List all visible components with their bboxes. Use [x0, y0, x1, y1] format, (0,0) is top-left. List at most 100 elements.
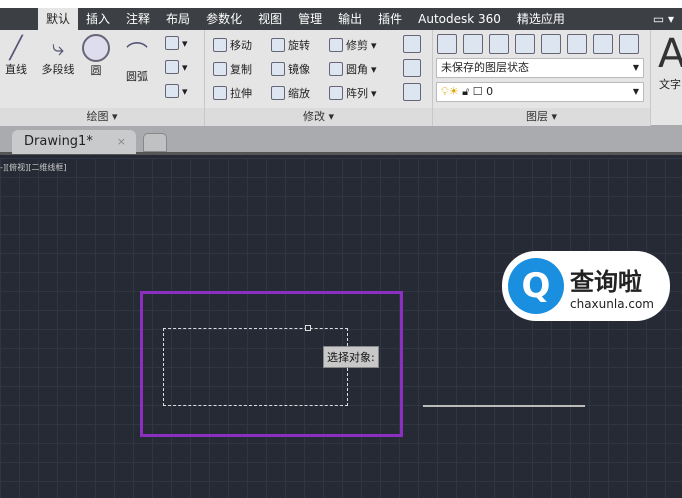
layer-properties-icon[interactable] — [437, 34, 457, 54]
ribbon-tab[interactable]: 精选应用 — [509, 8, 573, 30]
arc-label: 圆弧 — [126, 70, 148, 83]
title-strip — [0, 0, 682, 8]
watermark-logo: Q — [508, 258, 564, 314]
drawing-canvas[interactable]: -][俯视][二维线框] 选择对象: — [0, 158, 682, 498]
watermark: Q 查询啦 chaxunla.com — [502, 251, 670, 321]
new-tab-button[interactable] — [143, 133, 167, 152]
polyline-button[interactable]: ⤷ 多段线 — [38, 36, 78, 77]
fillet-icon — [329, 62, 343, 76]
layer-unisolate-icon[interactable] — [515, 34, 535, 54]
ribbon-tab[interactable]: 输出 — [330, 8, 370, 30]
layer-off-icon[interactable] — [567, 34, 587, 54]
modify-panel: 移动 旋转 修剪 ▾ 复制 镜像 圆角 ▾ 拉伸 缩放 阵列 ▾ 修改 ▾ — [205, 30, 433, 126]
watermark-title: 查询啦 — [570, 267, 642, 296]
grip-handle[interactable] — [305, 325, 311, 331]
stretch-label: 拉伸 — [230, 87, 252, 100]
draw-panel-label: 绘图 ▾ — [0, 108, 204, 126]
region-button[interactable]: ▾ — [165, 84, 188, 98]
layer-state-dropdown[interactable]: 未保存的图层状态 ▼ — [436, 58, 644, 78]
text-label: 文字 — [659, 78, 681, 91]
layer-match-icon[interactable] — [463, 34, 483, 54]
hatch-icon — [165, 84, 179, 98]
trim-icon — [329, 38, 343, 52]
lightbulb-icon: 💡︎☀︎ — [441, 85, 459, 98]
ribbon-tab[interactable]: Autodesk 360 — [410, 8, 509, 30]
fillet-button[interactable]: 圆角 ▾ — [329, 61, 377, 77]
stretch-icon — [213, 86, 227, 100]
command-tooltip: 选择对象: — [323, 346, 379, 368]
arc-button[interactable]: ⌒ 圆弧 — [120, 36, 154, 84]
modify-panel-label: 修改 ▾ — [205, 108, 432, 126]
stretch-button[interactable]: 拉伸 — [213, 85, 252, 101]
rectangle-button[interactable]: ▾ — [165, 36, 188, 50]
viewport-label[interactable]: -][俯视][二维线框] — [0, 162, 67, 173]
offset-icon — [403, 83, 421, 101]
ribbon-tab[interactable]: 插件 — [370, 8, 410, 30]
ellipse-icon — [165, 60, 179, 74]
circle-button[interactable]: 圆 — [80, 34, 112, 78]
erase-button[interactable] — [403, 35, 421, 53]
mirror-button[interactable]: 镜像 — [271, 61, 310, 77]
polyline-label: 多段线 — [41, 63, 75, 76]
layer-current-value: 0 — [486, 85, 494, 98]
explode-button[interactable] — [403, 59, 421, 77]
draw-panel: ╱ 直线 ⤷ 多段线 圆 ⌒ 圆弧 ▾ ▾ ▾ 绘图 ▾ — [0, 30, 205, 126]
hatch-button[interactable]: ▾ — [165, 60, 188, 74]
rotate-label: 旋转 — [288, 39, 310, 52]
workspace-menu-icon[interactable]: ▭ ▾ — [645, 8, 682, 30]
ribbon: ╱ 直线 ⤷ 多段线 圆 ⌒ 圆弧 ▾ ▾ ▾ 绘图 ▾ 移动 旋转 修剪 ▾ 复制 … — [0, 30, 682, 126]
line-label: 直线 — [5, 63, 27, 76]
layer-unlock-icon[interactable] — [619, 34, 639, 54]
watermark-url: chaxunla.com — [570, 296, 654, 311]
fillet-label: 圆角 — [346, 63, 368, 76]
layers-panel: 未保存的图层状态 ▼ 💡︎☀︎ 🔓︎ ☐ 0 ▼ 图层 ▾ — [433, 30, 651, 126]
ribbon-tab[interactable]: 视图 — [250, 8, 290, 30]
array-button[interactable]: 阵列 ▾ — [329, 85, 377, 101]
trim-label: 修剪 — [346, 39, 368, 52]
ribbon-tab[interactable]: 布局 — [158, 8, 198, 30]
ribbon-tab[interactable]: 注释 — [118, 8, 158, 30]
copy-button[interactable]: 复制 — [213, 61, 252, 77]
move-button[interactable]: 移动 — [213, 37, 252, 53]
array-label: 阵列 — [346, 87, 368, 100]
rectangle-icon — [165, 36, 179, 50]
move-icon — [213, 38, 227, 52]
copy-label: 复制 — [230, 63, 252, 76]
close-icon[interactable]: × — [117, 130, 126, 154]
layer-tools — [437, 34, 639, 54]
text-icon: A — [658, 31, 682, 77]
layers-panel-label: 图层 ▾ — [433, 108, 650, 126]
layer-state-value: 未保存的图层状态 — [441, 61, 529, 74]
mirror-icon — [271, 62, 285, 76]
tab-title: Drawing1* — [24, 134, 93, 149]
move-label: 移动 — [230, 39, 252, 52]
tab-drawing1[interactable]: Drawing1* × — [12, 130, 136, 154]
layer-dropdown[interactable]: 💡︎☀︎ 🔓︎ ☐ 0 ▼ — [436, 82, 644, 102]
text-button[interactable]: A 文字 — [658, 32, 682, 92]
ribbon-tab[interactable]: 默认 — [38, 8, 79, 30]
mirror-label: 镜像 — [288, 63, 310, 76]
ribbon-tab[interactable]: 管理 — [290, 8, 330, 30]
rotate-button[interactable]: 旋转 — [271, 37, 310, 53]
explode-icon — [403, 59, 421, 77]
lock-icon: 🔓︎ — [462, 85, 470, 98]
ribbon-tab-bar: 默认 插入 注释 布局 参数化 视图 管理 输出 插件 Autodesk 360 精选应用 ▭ ▾ — [0, 8, 682, 30]
selection-window — [163, 328, 348, 406]
line-entity[interactable] — [423, 405, 585, 407]
scale-button[interactable]: 缩放 — [271, 85, 310, 101]
ribbon-tab[interactable]: 参数化 — [198, 8, 250, 30]
ribbon-tab[interactable]: 插入 — [78, 8, 118, 30]
scale-label: 缩放 — [288, 87, 310, 100]
chevron-down-icon: ▼ — [632, 63, 639, 72]
layer-iso-icon[interactable] — [489, 34, 509, 54]
document-tab-bar: Drawing1* × — [0, 126, 682, 155]
offset-button[interactable] — [403, 83, 421, 101]
array-icon — [329, 86, 343, 100]
rotate-icon — [271, 38, 285, 52]
line-button[interactable]: ╱ 直线 — [2, 36, 30, 77]
circle-label: 圆 — [90, 64, 102, 77]
trim-button[interactable]: 修剪 ▾ — [329, 37, 377, 53]
layer-freeze-icon[interactable] — [541, 34, 561, 54]
brush-icon — [403, 35, 421, 53]
layer-lock-icon[interactable] — [593, 34, 613, 54]
